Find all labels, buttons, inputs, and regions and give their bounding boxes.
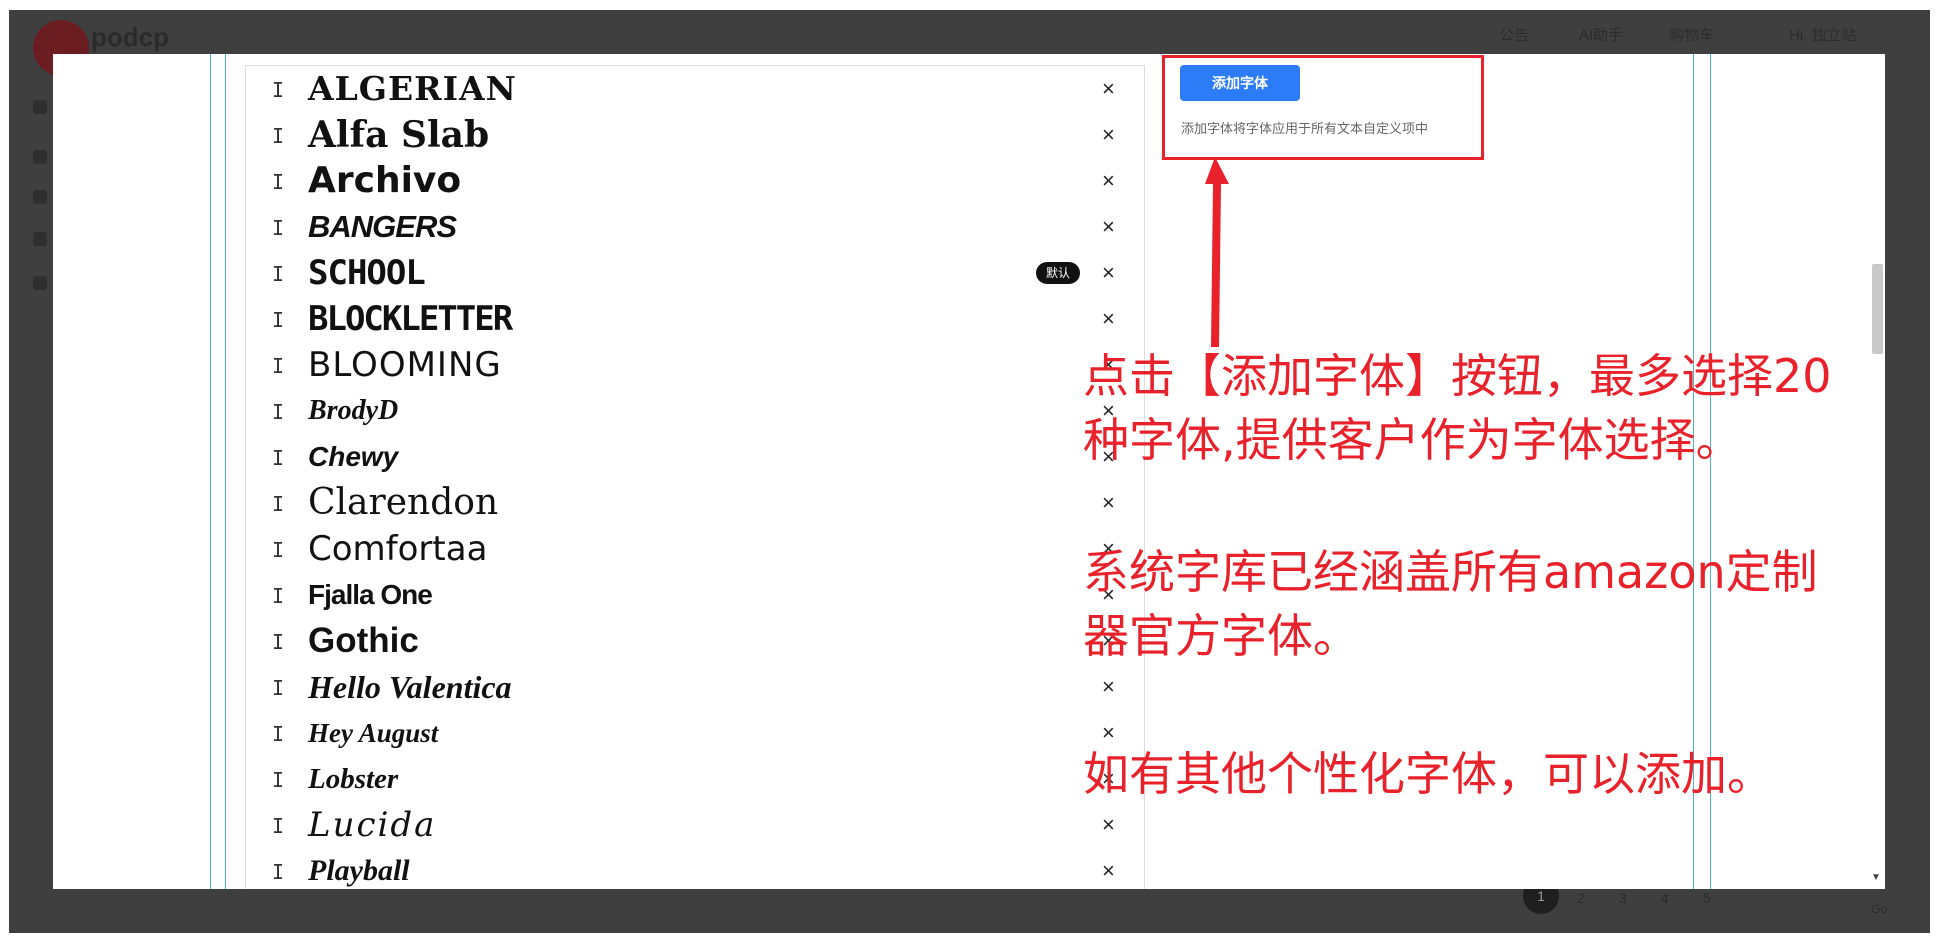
annotation-text: 如有其他个性化字体，可以添加。 bbox=[1083, 747, 1773, 801]
sidebar-icon[interactable] bbox=[33, 276, 47, 290]
nav-user[interactable]: Hi, 独立站 bbox=[1789, 24, 1857, 45]
annotation-text: 种字体,提供客户作为字体选择。 bbox=[1083, 413, 1742, 467]
sidebar-icon[interactable] bbox=[33, 100, 47, 114]
pagination-page[interactable]: 3 bbox=[1619, 890, 1627, 906]
sidebar-icon[interactable] bbox=[33, 150, 47, 164]
nav-ai-assistant[interactable]: AI助手 bbox=[1579, 24, 1623, 45]
logo-text: podcp bbox=[91, 22, 169, 52]
annotation-text: 器官方字体。 bbox=[1083, 609, 1359, 663]
pagination-page[interactable]: 2 bbox=[1577, 890, 1585, 906]
sidebar-icon[interactable] bbox=[33, 190, 47, 204]
nav-announcement[interactable]: 公告 bbox=[1499, 24, 1529, 45]
sidebar-icon[interactable] bbox=[33, 232, 47, 246]
pagination-page[interactable]: 5 bbox=[1703, 890, 1711, 906]
pagination-page[interactable]: 4 bbox=[1661, 890, 1669, 906]
nav-cart[interactable]: 购物车 bbox=[1669, 24, 1714, 45]
pagination-go[interactable]: Go bbox=[1871, 902, 1887, 916]
annotation-text: 系统字库已经涵盖所有amazon定制 bbox=[1083, 545, 1818, 599]
annotation-text: 点击【添加字体】按钮，最多选择20 bbox=[1083, 349, 1832, 403]
font-settings-modal: I ALGERIAN × I Alfa Slab × I Archivo × I… bbox=[53, 54, 1885, 889]
